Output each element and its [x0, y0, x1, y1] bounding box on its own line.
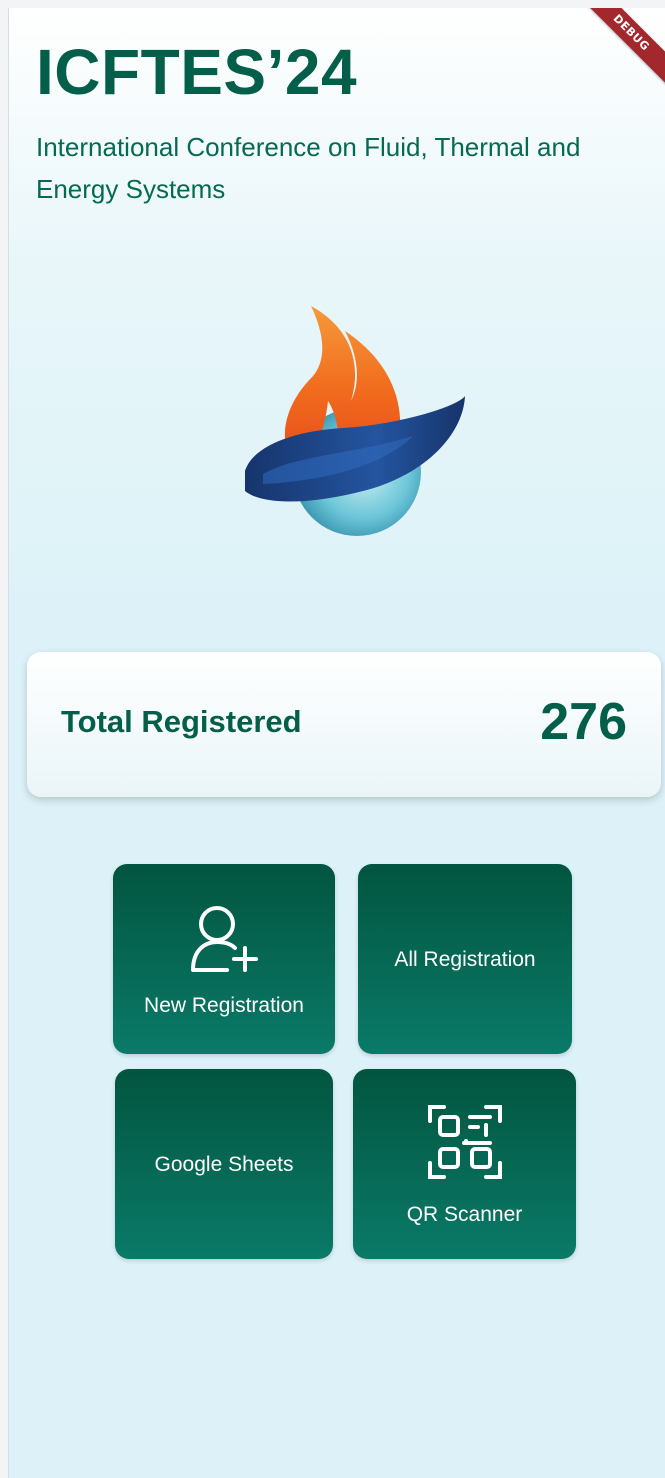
qr-scanner-button[interactable]: QR Scanner: [353, 1069, 576, 1259]
google-sheets-button[interactable]: Google Sheets: [115, 1069, 333, 1259]
all-registration-label: All Registration: [394, 948, 536, 971]
google-sheets-label: Google Sheets: [154, 1153, 294, 1176]
app-screen: DEBUG ICFTES’24 International Conference…: [8, 8, 665, 1478]
add-user-icon: [191, 906, 258, 972]
debug-banner: DEBUG: [577, 8, 665, 87]
qr-code-icon: [427, 1105, 502, 1179]
all-registration-button[interactable]: All Registration: [358, 864, 572, 1054]
conference-logo: [245, 306, 465, 536]
page-subtitle: International Conference on Fluid, Therm…: [36, 132, 581, 204]
qr-scanner-label: QR Scanner: [406, 1203, 523, 1226]
new-registration-label: New Registration: [144, 994, 304, 1017]
total-registered-card: Total Registered 276: [27, 652, 661, 797]
total-registered-count: 276: [540, 693, 627, 751]
total-registered-label: Total Registered: [61, 704, 302, 739]
new-registration-button[interactable]: New Registration: [113, 864, 335, 1054]
page-title: ICFTES’24: [36, 36, 358, 108]
